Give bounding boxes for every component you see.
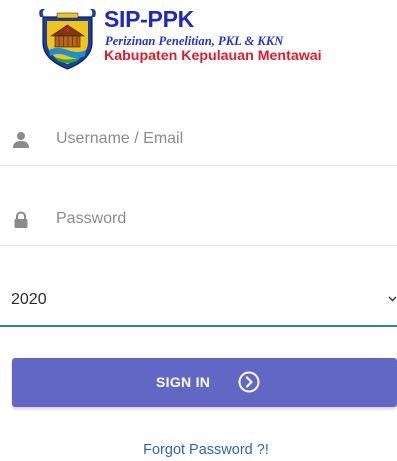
chevron-down-icon [388, 296, 397, 302]
app-region: Kabupaten Kepulauan Mentawai [104, 48, 322, 64]
username-input[interactable] [56, 126, 386, 152]
username-field[interactable] [0, 112, 397, 166]
password-field[interactable] [0, 192, 397, 246]
user-icon [13, 132, 29, 148]
arrow-circle-right-icon [238, 371, 260, 393]
sign-in-button[interactable]: SIGN IN [12, 358, 397, 407]
year-select-value: 2020 [11, 291, 47, 308]
sign-in-label: SIGN IN [156, 374, 211, 390]
year-select[interactable]: 2020 [0, 278, 397, 327]
app-subtitle: Perizinan Penelitian, PKL & KKN [105, 34, 284, 48]
app-title: SIP-PPK [104, 6, 194, 32]
regency-emblem-icon [39, 8, 96, 70]
password-input[interactable] [56, 206, 386, 232]
forgot-password-link[interactable]: Forgot Password ?! [0, 442, 397, 458]
app-header: SIP-PPK Perizinan Penelitian, PKL & KKN … [37, 6, 367, 72]
lock-icon [14, 211, 28, 228]
